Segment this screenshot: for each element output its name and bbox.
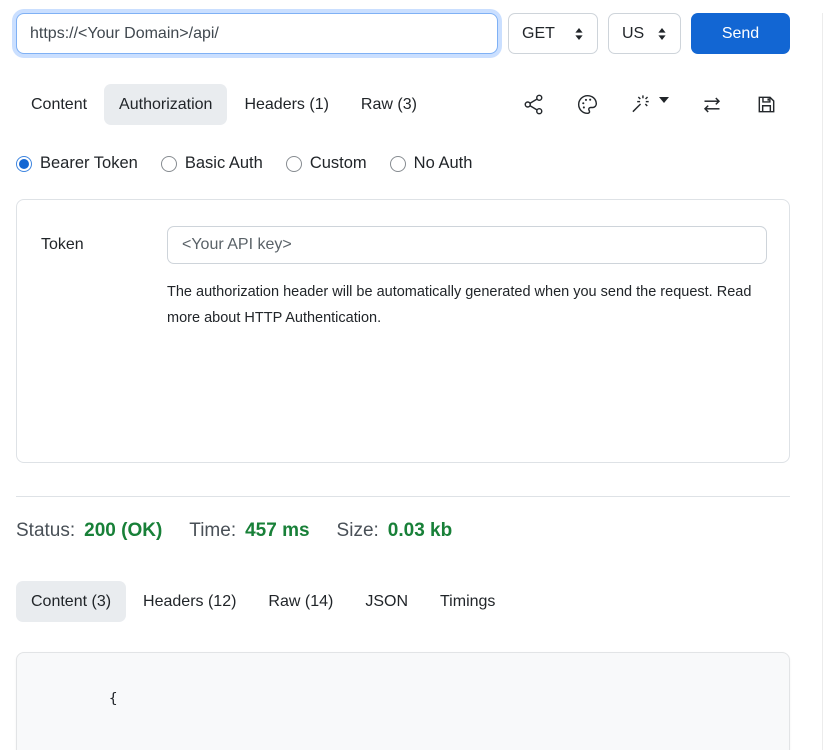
auth-option-label: No Auth	[414, 154, 473, 173]
status-value: 200 (OK)	[84, 520, 162, 542]
radio-icon	[390, 156, 406, 172]
response-status-bar: Status: 200 (OK) Time: 457 ms Size: 0.03…	[16, 520, 790, 542]
size-label: Size:	[337, 520, 379, 542]
time-value: 457 ms	[245, 520, 309, 542]
content-right-border	[822, 13, 823, 750]
code-line: "message": "API running."	[39, 737, 789, 750]
status-stat: Status: 200 (OK)	[16, 520, 162, 542]
auth-option-custom[interactable]: Custom	[286, 154, 367, 173]
code-line: {	[39, 662, 789, 737]
tab-response-headers[interactable]: Headers (12)	[128, 581, 251, 622]
tab-response-timings[interactable]: Timings	[425, 581, 510, 622]
auth-option-basic-auth[interactable]: Basic Auth	[161, 154, 263, 173]
time-stat: Time: 457 ms	[189, 520, 309, 542]
token-input[interactable]	[167, 226, 767, 264]
tab-authorization[interactable]: Authorization	[104, 84, 227, 125]
region-select-value: US	[622, 25, 644, 43]
tab-response-content[interactable]: Content (3)	[16, 581, 126, 622]
main-content: GET US Send Content Authorization Header…	[16, 13, 790, 750]
auth-option-bearer-token[interactable]: Bearer Token	[16, 154, 138, 173]
request-url-row: GET US Send	[16, 13, 790, 54]
api-client-page: GET US Send Content Authorization Header…	[0, 13, 837, 750]
token-label: Token	[41, 236, 167, 254]
radio-selected-icon	[16, 156, 32, 172]
json-open-brace: {	[109, 691, 118, 707]
save-icon[interactable]	[755, 93, 778, 116]
tab-raw[interactable]: Raw (3)	[346, 84, 432, 125]
auth-option-label: Custom	[310, 154, 367, 173]
tab-headers[interactable]: Headers (1)	[229, 84, 343, 125]
send-button[interactable]: Send	[691, 13, 790, 54]
request-tabs: Content Authorization Headers (1) Raw (3…	[16, 84, 432, 125]
status-label: Status:	[16, 520, 75, 542]
request-tabs-row: Content Authorization Headers (1) Raw (3…	[16, 84, 790, 125]
url-input[interactable]	[16, 13, 498, 54]
token-help-text: The authorization header will be automat…	[167, 279, 767, 331]
auth-option-no-auth[interactable]: No Auth	[390, 154, 473, 173]
method-select-value: GET	[522, 25, 555, 43]
auth-type-row: Bearer Token Basic Auth Custom No Auth	[16, 154, 790, 173]
share-icon[interactable]	[522, 93, 545, 116]
updown-arrows-icon	[574, 27, 584, 41]
response-body: { "message": "API running." }	[16, 652, 790, 750]
response-tabs: Content (3) Headers (12) Raw (14) JSON T…	[16, 581, 790, 622]
palette-icon[interactable]	[576, 93, 599, 116]
token-row: Token	[41, 226, 767, 264]
updown-arrows-icon	[657, 27, 667, 41]
auth-option-label: Bearer Token	[40, 154, 138, 173]
caret-down-icon	[659, 97, 669, 103]
tab-response-raw[interactable]: Raw (14)	[253, 581, 348, 622]
auth-panel: Token The authorization header will be a…	[16, 199, 790, 463]
time-label: Time:	[189, 520, 236, 542]
region-select[interactable]: US	[608, 13, 681, 54]
method-select[interactable]: GET	[508, 13, 598, 54]
section-divider	[16, 496, 790, 497]
radio-icon	[161, 156, 177, 172]
auth-option-label: Basic Auth	[185, 154, 263, 173]
request-toolbar	[522, 93, 790, 117]
swap-arrows-icon[interactable]	[700, 93, 724, 117]
radio-icon	[286, 156, 302, 172]
tab-response-json[interactable]: JSON	[350, 581, 423, 622]
size-stat: Size: 0.03 kb	[337, 520, 453, 542]
size-value: 0.03 kb	[388, 520, 452, 542]
magic-wand-icon[interactable]	[630, 93, 669, 116]
tab-content[interactable]: Content	[16, 84, 102, 125]
